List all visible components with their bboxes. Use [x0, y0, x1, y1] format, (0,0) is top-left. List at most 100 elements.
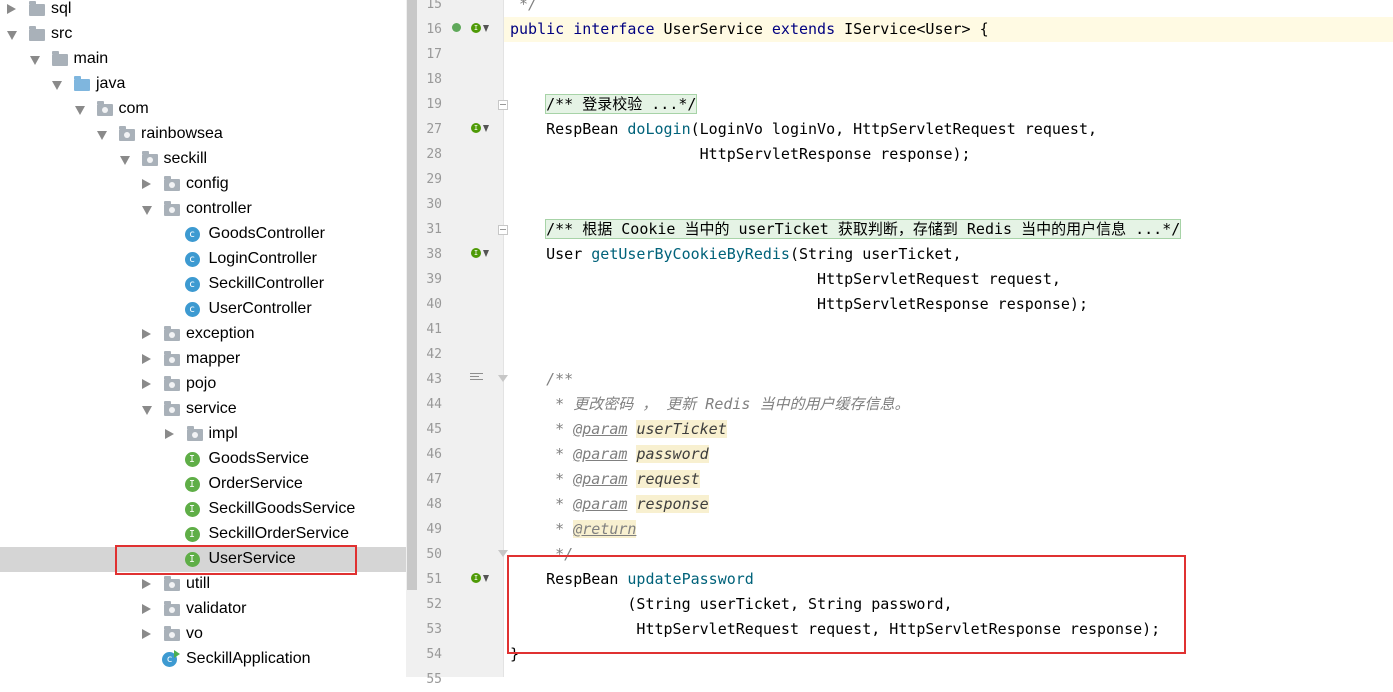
chevron-down-icon[interactable]	[7, 31, 17, 40]
code-line[interactable]	[504, 167, 1393, 192]
tree-item-goodsservice[interactable]: I GoodsService	[0, 447, 406, 472]
tree-item-label: SeckillApplication	[186, 650, 311, 667]
code-line[interactable]: /** 登录校验 ...*/	[504, 92, 1393, 117]
tree-item-seckill[interactable]: seckill	[0, 147, 406, 172]
implemented-gutter-icon[interactable]: I	[471, 248, 489, 258]
project-tree-scrollbar[interactable]	[406, 0, 418, 677]
line-number: 27	[426, 122, 442, 137]
tree-item-usercontroller[interactable]: c UserController	[0, 297, 406, 322]
tree-item-src[interactable]: src	[0, 22, 406, 47]
class-icon: c	[184, 277, 200, 292]
code-line[interactable]	[504, 192, 1393, 217]
interface-icon: I	[184, 527, 200, 542]
chevron-down-icon[interactable]	[29, 56, 40, 65]
code-line[interactable]: User getUserByCookieByRedis(String userT…	[504, 242, 1393, 267]
chevron-right-icon[interactable]	[142, 604, 151, 614]
line-number: 50	[426, 547, 442, 562]
line-number: 29	[426, 172, 442, 187]
tree-item-seckillapplication[interactable]: c SeckillApplication	[0, 647, 406, 672]
code-line[interactable]: /**	[504, 367, 1393, 392]
chevron-right-icon[interactable]	[142, 354, 151, 364]
code-line[interactable]: * @param userTicket	[504, 417, 1393, 442]
chevron-right-icon[interactable]	[142, 579, 151, 589]
chevron-down-icon[interactable]	[52, 81, 62, 90]
tree-item-label: GoodsController	[208, 225, 326, 242]
tree-item-pojo[interactable]: pojo	[0, 372, 406, 397]
render-doc-icon[interactable]	[470, 373, 483, 384]
chevron-right-icon[interactable]	[142, 179, 151, 189]
tree-item-label: vo	[186, 625, 203, 642]
gutter-line: 50	[418, 542, 508, 567]
chevron-down-icon[interactable]	[142, 406, 152, 415]
code-line[interactable]: * @return	[504, 517, 1393, 542]
line-number: 53	[426, 622, 442, 637]
chevron-down-icon[interactable]	[119, 156, 130, 165]
chevron-right-icon[interactable]	[164, 429, 174, 439]
tree-item-config[interactable]: config	[0, 172, 406, 197]
gutter-line: 39	[418, 267, 503, 292]
tree-item-impl[interactable]: impl	[0, 422, 406, 447]
tree-item-main[interactable]: main	[0, 47, 406, 72]
code-line[interactable]: * @param request	[504, 467, 1393, 492]
tree-item-label: pojo	[186, 375, 217, 392]
code-line[interactable]: * @param response	[504, 492, 1393, 517]
code-line[interactable]	[504, 42, 1393, 67]
gutter-line: 46	[418, 442, 503, 467]
project-tree: sql src main java com rainbowsea seckill config…	[0, 0, 406, 677]
code-line[interactable]: * @param password	[504, 442, 1393, 467]
implemented-gutter-icon[interactable]: I	[471, 573, 489, 583]
tree-item-rainbowsea[interactable]: rainbowsea	[0, 122, 406, 147]
scrollbar-thumb[interactable]	[407, 0, 417, 590]
code-line[interactable]	[504, 67, 1393, 92]
tree-item-logincontroller[interactable]: c LoginController	[0, 247, 406, 272]
gutter-line: 55	[418, 667, 503, 692]
tree-item-label: SeckillGoodsService	[208, 500, 356, 517]
tree-item-goodscontroller[interactable]: c GoodsController	[0, 222, 406, 247]
tree-item-vo[interactable]: vo	[0, 622, 406, 647]
tree-item-seckillcontroller[interactable]: c SeckillController	[0, 272, 406, 297]
gutter-line: 27 I	[418, 117, 503, 142]
tree-item-mapper[interactable]: mapper	[0, 347, 406, 372]
code-line[interactable]: */	[504, 0, 1393, 17]
code-line[interactable]: /** 根据 Cookie 当中的 userTicket 获取判断，存储到 Re…	[504, 217, 1393, 242]
tree-item-validator[interactable]: validator	[0, 597, 406, 622]
code-line[interactable]: public interface UserService extends ISe…	[504, 17, 1393, 42]
code-line[interactable]: HttpServletResponse response);	[504, 142, 1393, 167]
gutter-line: 42	[418, 342, 503, 367]
tree-item-com[interactable]: com	[0, 97, 406, 122]
tree-item-sql[interactable]: sql	[0, 0, 406, 22]
code-line[interactable]: HttpServletResponse response);	[504, 292, 1393, 317]
tree-item-seckillorderservice[interactable]: I SeckillOrderService	[0, 522, 406, 547]
line-number: 38	[426, 247, 442, 262]
gutter-line: 40	[418, 292, 503, 317]
chevron-down-icon[interactable]	[97, 131, 107, 140]
tree-item-label: controller	[186, 200, 252, 217]
tree-item-utill[interactable]: utill	[0, 572, 406, 597]
tree-item-exception[interactable]: exception	[0, 322, 406, 347]
code-line[interactable]: HttpServletRequest request,	[504, 267, 1393, 292]
tree-item-controller[interactable]: controller	[0, 197, 406, 222]
code-line[interactable]	[504, 317, 1393, 342]
chevron-right-icon[interactable]	[142, 329, 151, 339]
package-icon	[164, 626, 180, 641]
tree-item-seckillgoodsservice[interactable]: I SeckillGoodsService	[0, 497, 406, 522]
chevron-down-icon[interactable]	[74, 106, 85, 115]
implemented-gutter-icon[interactable]: I	[471, 123, 489, 133]
chevron-down-icon[interactable]	[142, 206, 152, 215]
run-gutter-icon[interactable]	[452, 23, 461, 32]
code-line[interactable]: RespBean doLogin(LoginVo loginVo, HttpSe…	[504, 117, 1393, 142]
tree-item-orderservice[interactable]: I OrderService	[0, 472, 406, 497]
code-line[interactable]: * 更改密码 ， 更新 Redis 当中的用户缓存信息。	[504, 392, 1393, 417]
code-line[interactable]	[504, 342, 1393, 367]
tree-item-label: service	[186, 400, 237, 417]
chevron-right-icon[interactable]	[142, 629, 151, 639]
chevron-right-icon[interactable]	[142, 379, 151, 389]
implemented-gutter-icon[interactable]: I	[471, 23, 489, 33]
tree-item-java[interactable]: java	[0, 72, 406, 97]
package-icon	[164, 376, 180, 391]
tree-item-label: SeckillController	[208, 275, 325, 292]
chevron-right-icon[interactable]	[7, 4, 16, 14]
line-number: 47	[426, 472, 442, 487]
tree-item-service[interactable]: service	[0, 397, 406, 422]
code-line[interactable]	[504, 667, 1393, 677]
